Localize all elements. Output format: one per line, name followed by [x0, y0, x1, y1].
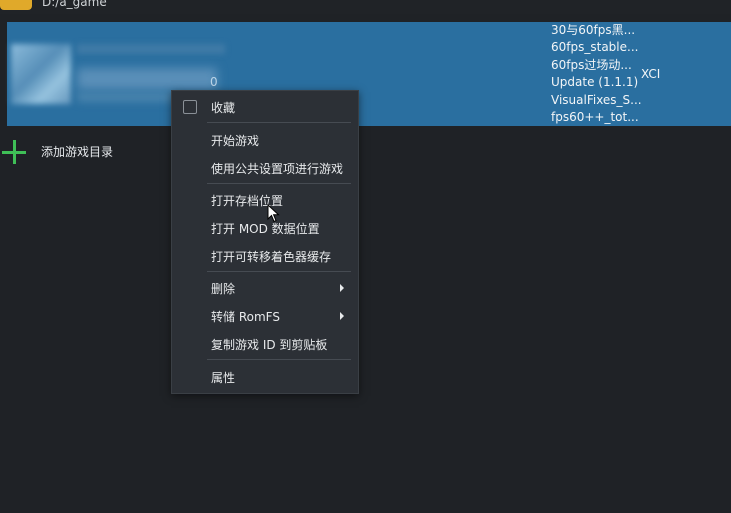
- game-dir-path: D:/a_game: [42, 0, 107, 9]
- checkbox-icon[interactable]: [183, 100, 197, 114]
- menu-separator: [207, 271, 351, 272]
- addon-item: Update (1.1.1): [551, 75, 639, 89]
- menu-item-label: 打开可转移着色器缓存: [211, 250, 332, 264]
- menu-item-dump-romfs[interactable]: 转储 RomFS: [172, 304, 358, 328]
- menu-item-label: 转储 RomFS: [211, 310, 280, 324]
- menu-item-label: 复制游戏 ID 到剪贴板: [211, 338, 328, 352]
- chevron-right-icon: [340, 312, 344, 320]
- menu-item-favorite[interactable]: 收藏: [172, 95, 358, 119]
- game-dir-row[interactable]: D:/a_game: [0, 0, 731, 14]
- menu-item-start-global-config[interactable]: 使用公共设置项进行游戏: [172, 156, 358, 180]
- menu-item-delete[interactable]: 删除: [172, 276, 358, 300]
- chevron-right-icon: [340, 284, 344, 292]
- menu-separator: [207, 122, 351, 123]
- menu-item-label: 收藏: [211, 101, 236, 115]
- menu-item-label: 开始游戏: [211, 134, 260, 148]
- menu-item-label: 使用公共设置项进行游戏: [211, 162, 344, 176]
- menu-item-open-shader-cache[interactable]: 打开可转移着色器缓存: [172, 244, 358, 268]
- game-name-blurred-2: [77, 68, 217, 90]
- plus-icon: [1, 139, 27, 165]
- game-icon-blurred: [11, 44, 71, 104]
- game-file-type: XCI: [641, 67, 661, 81]
- menu-item-properties[interactable]: 属性: [172, 365, 358, 389]
- addon-item: VisualFixes_S...: [551, 93, 641, 107]
- addon-item: 60fps过场动...: [551, 58, 632, 72]
- addon-item: fps60++_tot...: [551, 110, 639, 124]
- menu-item-open-mod-location[interactable]: 打开 MOD 数据位置: [172, 216, 358, 240]
- menu-separator: [207, 183, 351, 184]
- menu-item-open-save-location[interactable]: 打开存档位置: [172, 188, 358, 212]
- game-name-blurred-3: [77, 92, 177, 102]
- add-game-dir-label: 添加游戏目录: [41, 145, 114, 159]
- addon-item: 30与60fps黑...: [551, 23, 636, 37]
- folder-icon: [0, 0, 32, 10]
- mouse-pointer-icon: [267, 204, 280, 223]
- addon-item: 60fps_stable...: [551, 40, 639, 54]
- add-game-dir-button[interactable]: 添加游戏目录: [0, 138, 160, 164]
- menu-item-start-game[interactable]: 开始游戏: [172, 128, 358, 152]
- menu-item-label: 删除: [211, 282, 236, 296]
- context-menu: 收藏 开始游戏 使用公共设置项进行游戏 打开存档位置 打开 MOD 数据位置 打…: [171, 90, 359, 394]
- game-name-blurred: [77, 44, 225, 54]
- menu-item-copy-game-id[interactable]: 复制游戏 ID 到剪贴板: [172, 332, 358, 356]
- menu-item-label: 打开 MOD 数据位置: [211, 222, 320, 236]
- game-version-fragment: 0: [210, 75, 218, 89]
- menu-separator: [207, 359, 351, 360]
- game-list-item-selected[interactable]: 0 30与60fps黑... 60fps_stable... 60fps过场动.…: [7, 22, 731, 126]
- menu-item-label: 属性: [211, 371, 236, 385]
- game-list-window: D:/a_game 0 30与60fps黑... 60fps_stable...…: [0, 0, 731, 513]
